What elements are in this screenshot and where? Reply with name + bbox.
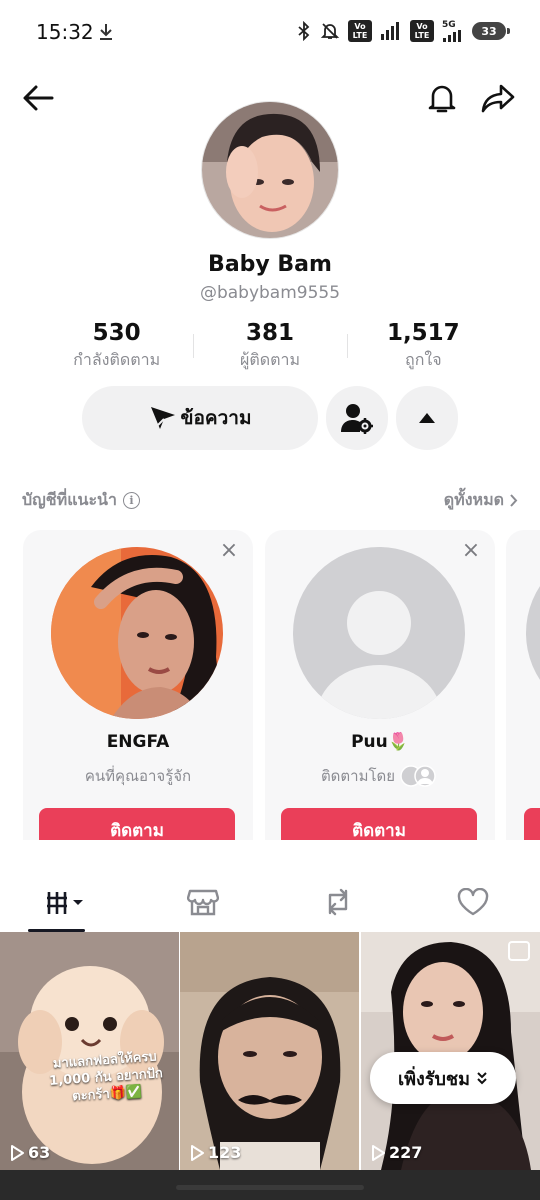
profile-avatar[interactable]: [201, 101, 339, 239]
username: @babybam9555: [199, 283, 341, 303]
notification-button[interactable]: [422, 78, 462, 118]
video-thumbnail[interactable]: 227: [361, 932, 540, 1170]
home-indicator[interactable]: [176, 1185, 364, 1190]
volte-badge-2: Vo LTE: [410, 20, 434, 42]
profile-stats: 530 กำลังติดตาม 381 ผู้ติดตาม 1,517 ถูกใ…: [40, 320, 500, 376]
suggested-name: ENGFA: [106, 732, 170, 752]
chevron-right-icon: [510, 494, 518, 507]
bell-icon: [428, 85, 456, 113]
close-icon[interactable]: ×: [461, 540, 481, 562]
video-thumbnail[interactable]: 123: [180, 932, 359, 1170]
stat-label: ถูกใจ: [405, 350, 442, 369]
follow-button[interactable]: ติดตาม: [281, 808, 477, 840]
suggested-card-partial[interactable]: [506, 530, 540, 840]
stat-value: 530: [92, 320, 141, 346]
collapse-suggestions-button[interactable]: [396, 386, 458, 450]
suggested-card[interactable]: × ENGFA คนที่คุณอาจรู้จัก ติดตาม: [23, 530, 253, 840]
send-icon: [150, 407, 175, 429]
default-avatar-icon: [524, 586, 540, 840]
mutual-avatars-icon: [400, 765, 436, 787]
close-icon[interactable]: ×: [219, 540, 239, 562]
play-icon: [11, 1144, 24, 1161]
message-button-label: ข้อความ: [180, 407, 252, 429]
triangle-up-icon: [419, 413, 435, 423]
suggested-avatar[interactable]: [51, 547, 223, 719]
play-icon: [372, 1144, 385, 1161]
stat-value: 1,517: [386, 320, 460, 346]
user-gear-icon: [341, 404, 373, 434]
video-thumbnail-image: [180, 932, 359, 1170]
recently-watched-label: เพิ่งรับชม: [398, 1068, 470, 1090]
view-count: 63: [10, 1143, 50, 1162]
avatar-image: [202, 102, 338, 238]
view-count: 227: [371, 1143, 422, 1162]
battery-icon: 33: [472, 22, 510, 40]
view-count: 123: [190, 1143, 241, 1162]
follow-button[interactable]: ติดตาม: [39, 808, 235, 840]
arrow-left-icon: [23, 85, 54, 111]
back-button[interactable]: [18, 78, 58, 118]
shop-icon: [186, 889, 219, 916]
status-time: 15:32: [36, 20, 94, 44]
add-friend-settings-button[interactable]: [326, 386, 388, 450]
bluetooth-icon: [298, 21, 310, 41]
volte-badge: Vo LTE: [348, 20, 372, 42]
tab-videos[interactable]: [0, 872, 135, 932]
signal-icon: [381, 22, 399, 40]
video-thumbnail[interactable]: มาแลกฟอลให้ครบ 1,000 กัน อยากปักตะกร้า🎁✅…: [0, 932, 179, 1170]
suggested-card[interactable]: × Puu🌷 ติดตามโดย ติดตาม: [265, 530, 495, 840]
stat-label: ผู้ติดตาม: [239, 350, 301, 369]
stat-label: กำลังติดตาม: [73, 350, 161, 369]
signal-5g-icon: [443, 29, 461, 42]
stat-following[interactable]: 530 กำลังติดตาม: [40, 320, 193, 376]
stat-followers[interactable]: 381 ผู้ติดตาม: [193, 320, 346, 376]
suggested-avatar-image: [51, 547, 223, 719]
recently-watched-button[interactable]: เพิ่งรับชม: [370, 1052, 516, 1104]
suggested-title: บัญชีที่แนะนำ i: [22, 488, 140, 513]
status-icons: Vo LTE Vo LTE 5G 33: [296, 20, 510, 42]
message-button[interactable]: ข้อความ: [82, 386, 318, 450]
display-name: Baby Bam: [208, 252, 332, 277]
stat-likes[interactable]: 1,517 ถูกใจ: [346, 320, 500, 376]
video-caption: มาแลกฟอลให้ครบ 1,000 กัน อยากปักตะกร้า🎁✅: [48, 1049, 164, 1105]
download-icon: [100, 24, 112, 40]
suggested-name: Puu🌷: [351, 732, 409, 752]
video-thumbnail-image: [361, 932, 540, 1170]
stat-value: 381: [245, 320, 294, 346]
grid-icon: [46, 892, 83, 914]
play-icon: [191, 1144, 204, 1161]
tab-liked[interactable]: [405, 872, 540, 932]
share-button[interactable]: [478, 78, 518, 118]
status-bar: 15:32 Vo LTE Vo LTE 5G 33: [0, 0, 540, 64]
heart-icon: [457, 888, 488, 916]
suggested-avatar[interactable]: [293, 547, 465, 719]
repost-icon: [328, 888, 347, 916]
mute-icon: [320, 23, 340, 39]
default-avatar-icon: [293, 547, 465, 719]
suggested-reason: ติดตามโดย: [265, 764, 495, 788]
info-icon[interactable]: i: [122, 492, 140, 509]
suggested-header: บัญชีที่แนะนำ i ดูทั้งหมด: [22, 488, 518, 512]
share-icon: [481, 84, 515, 113]
tab-reposts[interactable]: [270, 872, 405, 932]
double-chevron-down-icon: [477, 1072, 487, 1085]
profile-tabs: [0, 872, 540, 932]
profile-actions: ข้อความ: [82, 386, 458, 450]
signal-5g: 5G: [442, 20, 464, 42]
suggested-reason: คนที่คุณอาจรู้จัก: [84, 767, 192, 785]
see-all-link[interactable]: ดูทั้งหมด: [444, 488, 518, 513]
tab-shop[interactable]: [135, 872, 270, 932]
